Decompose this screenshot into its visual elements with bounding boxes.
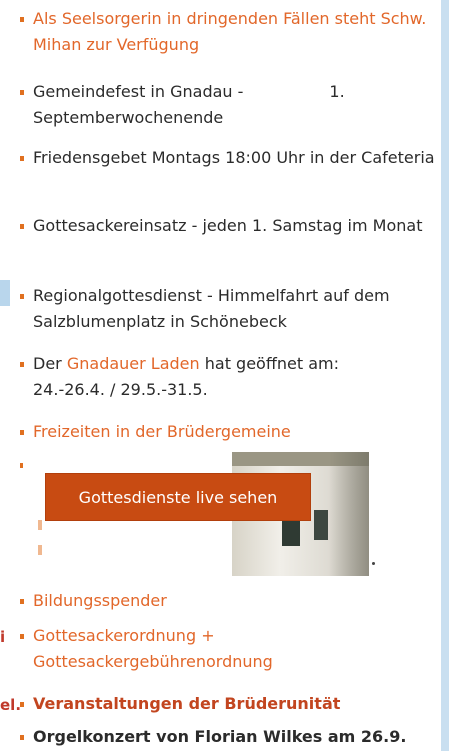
bullet-icon <box>20 634 24 639</box>
bullet-icon <box>20 430 24 435</box>
live-services-button[interactable]: Gottesdienste live sehen <box>46 474 310 520</box>
list-item[interactable]: Veranstaltungen der Brüderunität <box>20 691 444 717</box>
list-item-text-part: 1. <box>329 82 345 101</box>
list-item-text: Orgelkonzert von Florian Wilkes am 26.9. <box>33 727 407 746</box>
list-item-text: Friedensgebet Montags 18:00 Uhr in der C… <box>33 148 435 167</box>
bullet-icon <box>20 90 24 95</box>
freizeiten-link[interactable]: Freizeiten in der Brüdergemeine <box>33 419 444 445</box>
bullet-icon <box>20 362 24 367</box>
bullet-icon <box>20 294 24 299</box>
accent-mark <box>38 520 42 530</box>
bullet-icon <box>20 156 24 161</box>
list-item-text: Regionalgottesdienst - Himmelfahrt auf d… <box>33 286 390 331</box>
list-item: Gemeindefest in Gnadau - 1. Septemberwoch… <box>20 79 444 131</box>
list-item-text: Gottesackereinsatz - jeden 1. Samstag im… <box>33 216 423 235</box>
left-edge-fragment: el. <box>0 696 22 714</box>
list-item[interactable]: Als Seelsorgerin in dringenden Fällen st… <box>20 6 444 58</box>
list-item[interactable]: Freizeiten in der Brüdergemeine <box>20 419 444 445</box>
bullet-icon <box>20 702 24 707</box>
accent-mark <box>38 545 42 555</box>
left-side-tab <box>0 280 10 306</box>
list-item-prefix: Der <box>33 354 62 373</box>
bildungsspender-link[interactable]: Bildungsspender <box>33 588 444 614</box>
list-item[interactable]: Gottesackerordnung + Gottesackergebühren… <box>20 623 444 675</box>
bullet-icon <box>20 599 24 604</box>
dot-mark <box>372 562 375 565</box>
list-item: Regionalgottesdienst - Himmelfahrt auf d… <box>20 283 444 335</box>
list-item-text: Gemeindefest in Gnadau - 1. Septemberwoch… <box>33 79 444 131</box>
link-line: Gottesackerordnung + <box>33 626 215 645</box>
list-item-dates: 24.-26.4. / 29.5.-31.5. <box>33 380 208 399</box>
left-edge-fragment: i <box>0 628 6 646</box>
gottesackerordnung-link[interactable]: Gottesackerordnung + Gottesackergebühren… <box>33 623 444 675</box>
list-item: Orgelkonzert von Florian Wilkes am 26.9. <box>20 724 444 750</box>
list-item-suffix: hat geöffnet am: <box>204 354 339 373</box>
list-item: Der Gnadauer Laden hat geöffnet am: 24.-… <box>20 351 444 403</box>
bullet-icon <box>20 463 23 468</box>
tower-shadow <box>329 452 369 576</box>
tower-window <box>314 510 328 540</box>
bullet-icon <box>20 224 24 229</box>
bullet-icon <box>20 735 24 740</box>
list-item-link[interactable]: Als Seelsorgerin in dringenden Fällen st… <box>33 6 444 58</box>
link-line: Gottesackergebührenordnung <box>33 652 273 671</box>
list-item-text-part: Septemberwochenende <box>33 108 224 127</box>
gnadauer-laden-link[interactable]: Gnadauer Laden <box>67 354 200 373</box>
list-item[interactable]: Bildungsspender <box>20 588 444 614</box>
list-item-text-part: Gemeindefest in Gnadau - <box>33 82 244 101</box>
veranstaltungen-link[interactable]: Veranstaltungen der Brüderunität <box>33 691 444 717</box>
bullet-icon <box>20 17 24 22</box>
list-item: Gottesackereinsatz - jeden 1. Samstag im… <box>20 213 444 239</box>
list-item-text: Der Gnadauer Laden hat geöffnet am: 24.-… <box>33 351 444 403</box>
list-item: Friedensgebet Montags 18:00 Uhr in der C… <box>20 145 444 171</box>
page: Als Seelsorgerin in dringenden Fällen st… <box>0 0 449 751</box>
